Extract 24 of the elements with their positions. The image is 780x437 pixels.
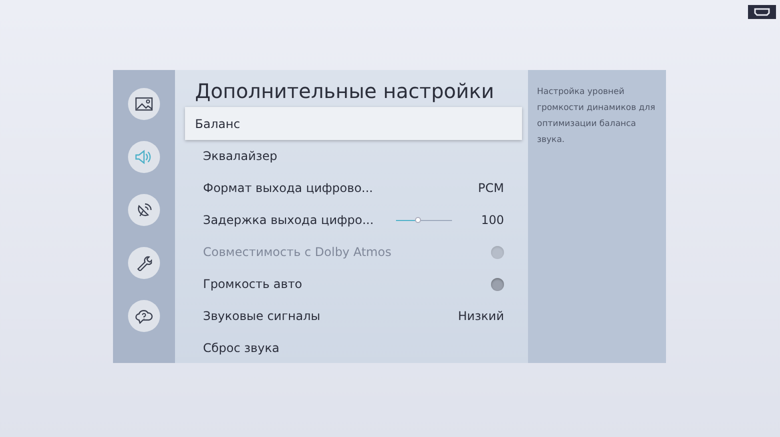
slider-thumb[interactable] [415,216,422,222]
menu-item[interactable]: Баланс [185,107,522,140]
help-cloud-icon [135,308,153,324]
category-button[interactable] [128,194,160,226]
item-value: PCM [478,181,504,195]
satellite-dish-icon [136,202,152,218]
speaker-icon [135,150,153,164]
menu-item[interactable]: Сброс звука [185,332,522,363]
category-button[interactable] [128,88,160,120]
picture-icon [135,97,153,111]
category-button[interactable] [128,247,160,279]
menu-item[interactable]: Формат выхода цифрово... PCM [185,172,522,204]
menu-item[interactable]: Задержка выхода цифро... 100 [185,204,522,236]
menu-item[interactable]: Звуковые сигналы Низкий [185,300,522,332]
page-title: Дополнительные настройки [195,79,496,103]
category-button[interactable] [128,300,160,332]
menu-item[interactable]: Эквалайзер [185,140,522,172]
menu-item[interactable]: Громкость авто [185,268,522,300]
item-value: 100 [480,213,504,227]
hdmi-port-icon [748,5,776,19]
toggle-indicator[interactable] [491,278,504,290]
item-value: Низкий [458,309,504,323]
description-text: Настройка уровней громкости динамиков для оптимизации баланса звука. [537,86,656,147]
wrench-icon [136,255,152,271]
